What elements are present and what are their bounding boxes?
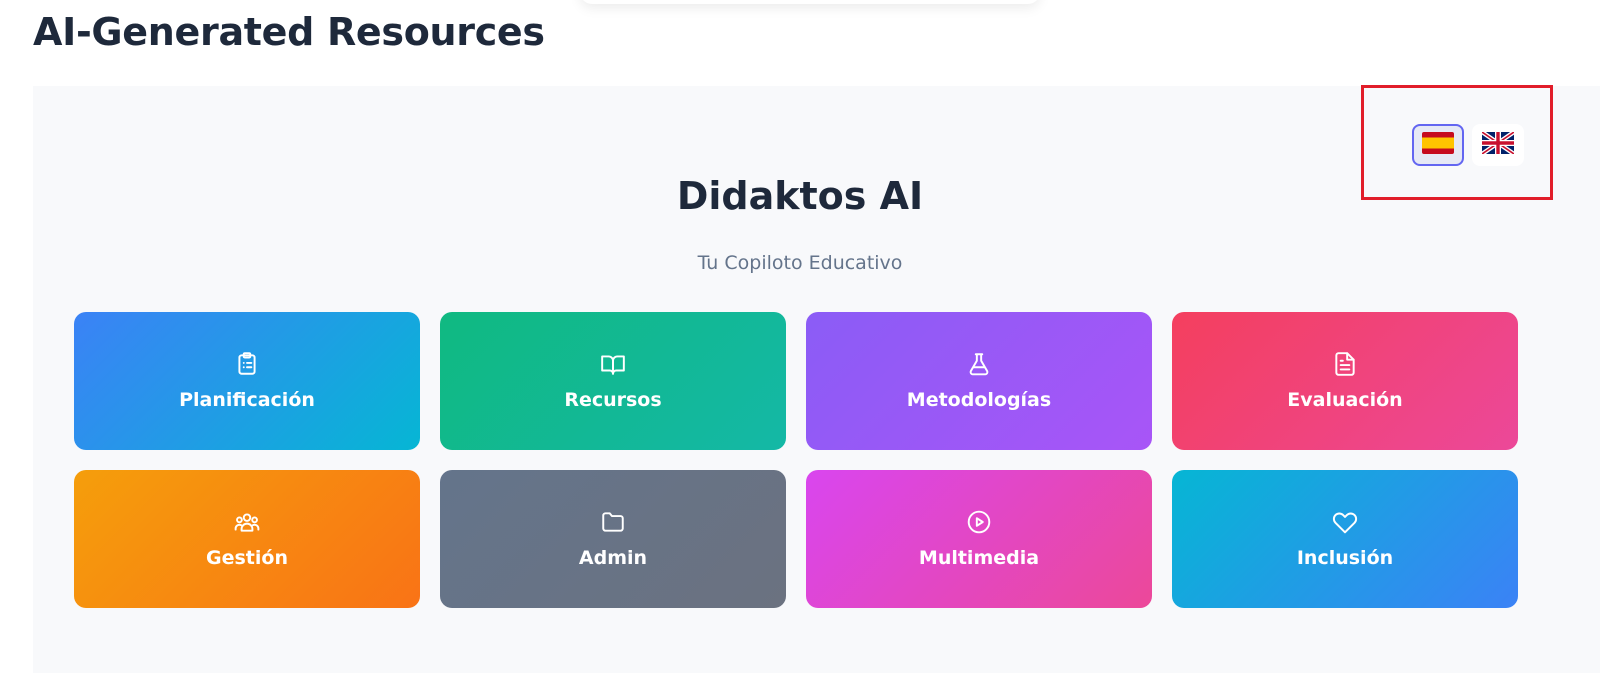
tagline: Tu Copiloto Educativo bbox=[697, 252, 903, 274]
tile-label: Recursos bbox=[564, 389, 662, 411]
language-es-button[interactable] bbox=[1412, 124, 1464, 166]
play-circle-icon bbox=[966, 509, 992, 535]
tile-metodologias[interactable]: Metodologías bbox=[806, 312, 1152, 450]
tile-gestion[interactable]: Gestión bbox=[74, 470, 420, 608]
tile-label: Metodologías bbox=[906, 389, 1052, 411]
tile-label: Evaluación bbox=[1287, 389, 1403, 411]
clipboard-list-icon bbox=[234, 351, 260, 377]
brand-title: Didaktos AI bbox=[676, 174, 924, 218]
heart-icon bbox=[1332, 509, 1358, 535]
tile-inclusion[interactable]: Inclusión bbox=[1172, 470, 1518, 608]
language-switcher bbox=[1412, 124, 1524, 166]
open-book-icon bbox=[600, 351, 626, 377]
uk-flag-icon bbox=[1480, 130, 1516, 158]
tile-label: Gestión bbox=[206, 547, 288, 569]
tile-evaluacion[interactable]: Evaluación bbox=[1172, 312, 1518, 450]
folder-icon bbox=[600, 509, 626, 535]
spain-flag-icon bbox=[1422, 132, 1454, 158]
flask-icon bbox=[966, 351, 992, 377]
tile-multimedia[interactable]: Multimedia bbox=[806, 470, 1152, 608]
tile-label: Admin bbox=[578, 547, 648, 569]
top-bar-shadow bbox=[580, 0, 1040, 4]
tile-label: Multimedia bbox=[918, 547, 1040, 569]
users-icon bbox=[234, 509, 260, 535]
tile-label: Planificación bbox=[179, 389, 315, 411]
tile-recursos[interactable]: Recursos bbox=[440, 312, 786, 450]
menu-grid: Planificación Recursos Metodologías Eval… bbox=[74, 312, 1518, 608]
tile-planificacion[interactable]: Planificación bbox=[74, 312, 420, 450]
language-en-button[interactable] bbox=[1472, 124, 1524, 166]
tile-admin[interactable]: Admin bbox=[440, 470, 786, 608]
file-text-icon bbox=[1332, 351, 1358, 377]
tile-label: Inclusión bbox=[1296, 547, 1394, 569]
page-title: AI-Generated Resources bbox=[33, 10, 545, 54]
